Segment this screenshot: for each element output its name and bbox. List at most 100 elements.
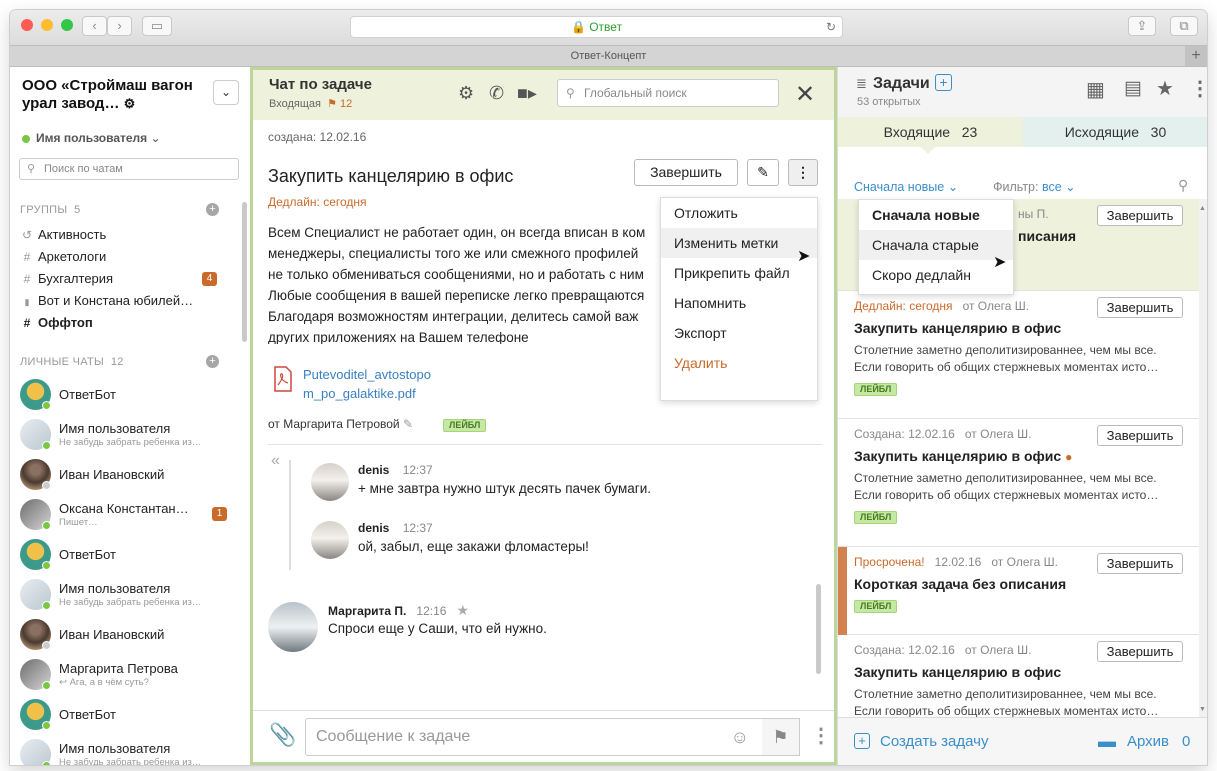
forward-icon[interactable]: › bbox=[107, 16, 132, 36]
message-input[interactable]: Сообщение к задаче ☺ bbox=[305, 718, 764, 756]
tab-incoming[interactable]: Входящие 23 bbox=[838, 117, 1023, 147]
task-description: Всем Специалист не работает один, он все… bbox=[268, 225, 646, 344]
share-icon[interactable]: ⇪ bbox=[1128, 16, 1156, 36]
add-group-icon[interactable]: + bbox=[206, 203, 219, 216]
paperclip-icon[interactable]: 📎 bbox=[269, 722, 296, 748]
pdf-icon bbox=[273, 366, 297, 394]
online-status-icon bbox=[42, 561, 51, 570]
label-tag[interactable]: ЛЕЙБЛ bbox=[854, 600, 898, 613]
video-icon[interactable]: ■▸ bbox=[517, 83, 537, 104]
scroll-down-icon[interactable]: ▼ bbox=[1199, 706, 1206, 713]
complete-button[interactable]: Завершить bbox=[1097, 205, 1183, 226]
online-status-icon bbox=[42, 601, 51, 610]
hash-icon: # bbox=[23, 272, 31, 286]
chat-item[interactable]: ОтветБот bbox=[20, 539, 235, 575]
group-item[interactable]: # Аркетологи bbox=[20, 247, 235, 267]
chat-item[interactable]: Иван Ивановский bbox=[20, 619, 235, 655]
chat-item[interactable]: Имя пользователя Не забудь забрать ребенк… bbox=[20, 419, 235, 455]
document-icon[interactable]: ▤ bbox=[1124, 77, 1142, 100]
emoji-icon[interactable]: ☺ bbox=[731, 719, 749, 755]
complete-button[interactable]: Завершить bbox=[1097, 553, 1183, 574]
global-search-input[interactable]: ⚲ Глобальный поиск bbox=[557, 79, 779, 107]
calendar-icon[interactable]: ▦ bbox=[1086, 77, 1105, 102]
composer: 📎 Сообщение к задаче ☺ ⚑ ⋮ bbox=[253, 710, 834, 762]
star-icon[interactable]: ★ bbox=[456, 602, 469, 618]
gear-icon[interactable]: ⚙ bbox=[458, 83, 474, 104]
chat-item[interactable]: Иван Ивановский bbox=[20, 459, 235, 495]
task-card[interactable]: Создана: 12.02.16 от Олега Ш. Закупить к… bbox=[838, 419, 1199, 547]
group-item[interactable]: ▮ Вот и Констана юбилей… bbox=[20, 291, 235, 311]
complete-button[interactable]: Завершить bbox=[1097, 297, 1183, 318]
menu-item-remind[interactable]: Напомнить bbox=[661, 288, 817, 318]
more-icon[interactable]: ⋮ bbox=[1190, 76, 1207, 101]
new-tab-icon[interactable]: + bbox=[1185, 46, 1207, 66]
filter-dropdown[interactable]: Фильтр: все ⌄ bbox=[993, 179, 1076, 194]
group-item-active[interactable]: # Оффтоп bbox=[20, 313, 235, 333]
reload-icon[interactable]: ↻ bbox=[826, 17, 836, 37]
tasks-scrollbar[interactable]: ▲ ▼ bbox=[1199, 199, 1207, 719]
menu-item-delete[interactable]: Удалить bbox=[661, 348, 817, 378]
group-item[interactable]: # Бухгалтерия 4 bbox=[20, 269, 235, 289]
sidebar-scrollbar[interactable] bbox=[242, 202, 247, 342]
edit-icon[interactable]: ✎ bbox=[747, 159, 779, 186]
sort-menu: Сначала новые Сначала старые Скоро дедла… bbox=[858, 199, 1014, 295]
tab-outgoing[interactable]: Исходящие 30 bbox=[1023, 117, 1207, 147]
tabs-overview-icon[interactable]: ⧉ bbox=[1170, 16, 1198, 36]
tab-title[interactable]: Ответ-Концепт bbox=[571, 50, 647, 62]
chat-item[interactable]: Маргарита Петрова ↩ Ага, а в чём суть? bbox=[20, 659, 235, 695]
star-icon[interactable]: ★ bbox=[1156, 76, 1174, 101]
chat-item[interactable]: Имя пользователя Не забудь забрать ребенк… bbox=[20, 739, 235, 765]
label-tag[interactable]: ЛЕЙБЛ bbox=[443, 419, 487, 432]
tasks-panel: ≣ Задачи + 53 открытых ▦ ▤ ★ ⋮ Входящие … bbox=[837, 67, 1207, 765]
menu-item-edit-labels[interactable]: Изменить метки bbox=[661, 228, 817, 258]
chat-scrollbar[interactable] bbox=[816, 584, 821, 674]
chat-item[interactable]: ОтветБот bbox=[20, 699, 235, 735]
chat-item[interactable]: ОтветБот bbox=[20, 379, 235, 415]
task-card-overdue[interactable]: Просрочена! 12.02.16 от Олега Ш. Коротка… bbox=[838, 547, 1199, 635]
task-card[interactable]: Создана: 12.02.16 от Олега Ш. Закупить к… bbox=[838, 635, 1199, 717]
create-task-button[interactable]: Создать задачу bbox=[880, 733, 988, 750]
attachment-link[interactable]: Putevoditel_avtostopo m_po_galaktike.pdf bbox=[303, 365, 431, 403]
label-tag[interactable]: ЛЕЙБЛ bbox=[854, 511, 898, 524]
menu-item-export[interactable]: Экспорт bbox=[661, 318, 817, 348]
task-card[interactable]: Дедлайн: сегодня от Олега Ш. Закупить ка… bbox=[838, 291, 1199, 419]
sort-option-oldest[interactable]: Сначала старые bbox=[859, 230, 1013, 260]
group-item[interactable]: ↺ Активность bbox=[20, 225, 235, 245]
chat-item[interactable]: Имя пользователя Не забудь забрать ребенк… bbox=[20, 579, 235, 615]
phone-icon[interactable]: ✆ bbox=[489, 83, 504, 104]
minimize-window-button[interactable] bbox=[41, 19, 53, 31]
sort-option-newest[interactable]: Сначала новые bbox=[859, 200, 1013, 230]
maximize-window-button[interactable] bbox=[61, 19, 73, 31]
add-chat-icon[interactable]: + bbox=[206, 355, 219, 368]
flag-icon[interactable]: ⚑ bbox=[762, 718, 800, 756]
org-name[interactable]: ООО «Строймаш вагон урал завод… ⚙ bbox=[22, 77, 207, 113]
address-bar[interactable]: 🔒 Ответ ↻ bbox=[350, 16, 843, 38]
back-icon[interactable]: ‹ bbox=[82, 16, 107, 36]
chat-search-input[interactable]: ⚲ Поиск по чатам bbox=[19, 158, 239, 180]
archive-button[interactable]: Архив bbox=[1127, 733, 1169, 750]
search-icon: ⚲ bbox=[566, 86, 575, 100]
gear-icon[interactable]: ⚙ bbox=[124, 96, 136, 111]
label-tag[interactable]: ЛЕЙБЛ bbox=[854, 383, 898, 396]
chat-item[interactable]: Оксана Константан… Пишет… 1 bbox=[20, 499, 235, 535]
complete-button[interactable]: Завершить bbox=[1097, 641, 1183, 662]
user-status[interactable]: Имя пользователя ⌄ bbox=[22, 131, 161, 145]
search-icon[interactable]: ⚲ bbox=[1178, 177, 1188, 194]
scroll-up-icon[interactable]: ▲ bbox=[1199, 205, 1206, 212]
sidebar-toggle-icon[interactable]: ▭ bbox=[142, 16, 172, 36]
complete-button[interactable]: Завершить bbox=[1097, 425, 1183, 446]
sort-dropdown[interactable]: Сначала новые ⌄ bbox=[854, 179, 958, 194]
edit-icon[interactable]: ✎ bbox=[403, 417, 413, 431]
more-icon[interactable]: ⋮ bbox=[811, 723, 831, 748]
created-date: создана: 12.02.16 bbox=[268, 130, 367, 144]
menu-item-attach-file[interactable]: Прикрепить файл bbox=[661, 258, 817, 288]
complete-button[interactable]: Завершить bbox=[634, 159, 738, 186]
org-dropdown-button[interactable]: ⌄ bbox=[213, 80, 239, 105]
sort-option-deadline[interactable]: Скоро дедлайн bbox=[859, 260, 1013, 290]
close-icon[interactable]: ✕ bbox=[795, 80, 815, 109]
more-icon[interactable]: ⋮ bbox=[788, 159, 818, 186]
add-task-icon[interactable]: + bbox=[935, 74, 952, 91]
close-window-button[interactable] bbox=[21, 19, 33, 31]
online-status-icon bbox=[42, 521, 51, 530]
menu-item-postpone[interactable]: Отложить bbox=[661, 198, 817, 228]
